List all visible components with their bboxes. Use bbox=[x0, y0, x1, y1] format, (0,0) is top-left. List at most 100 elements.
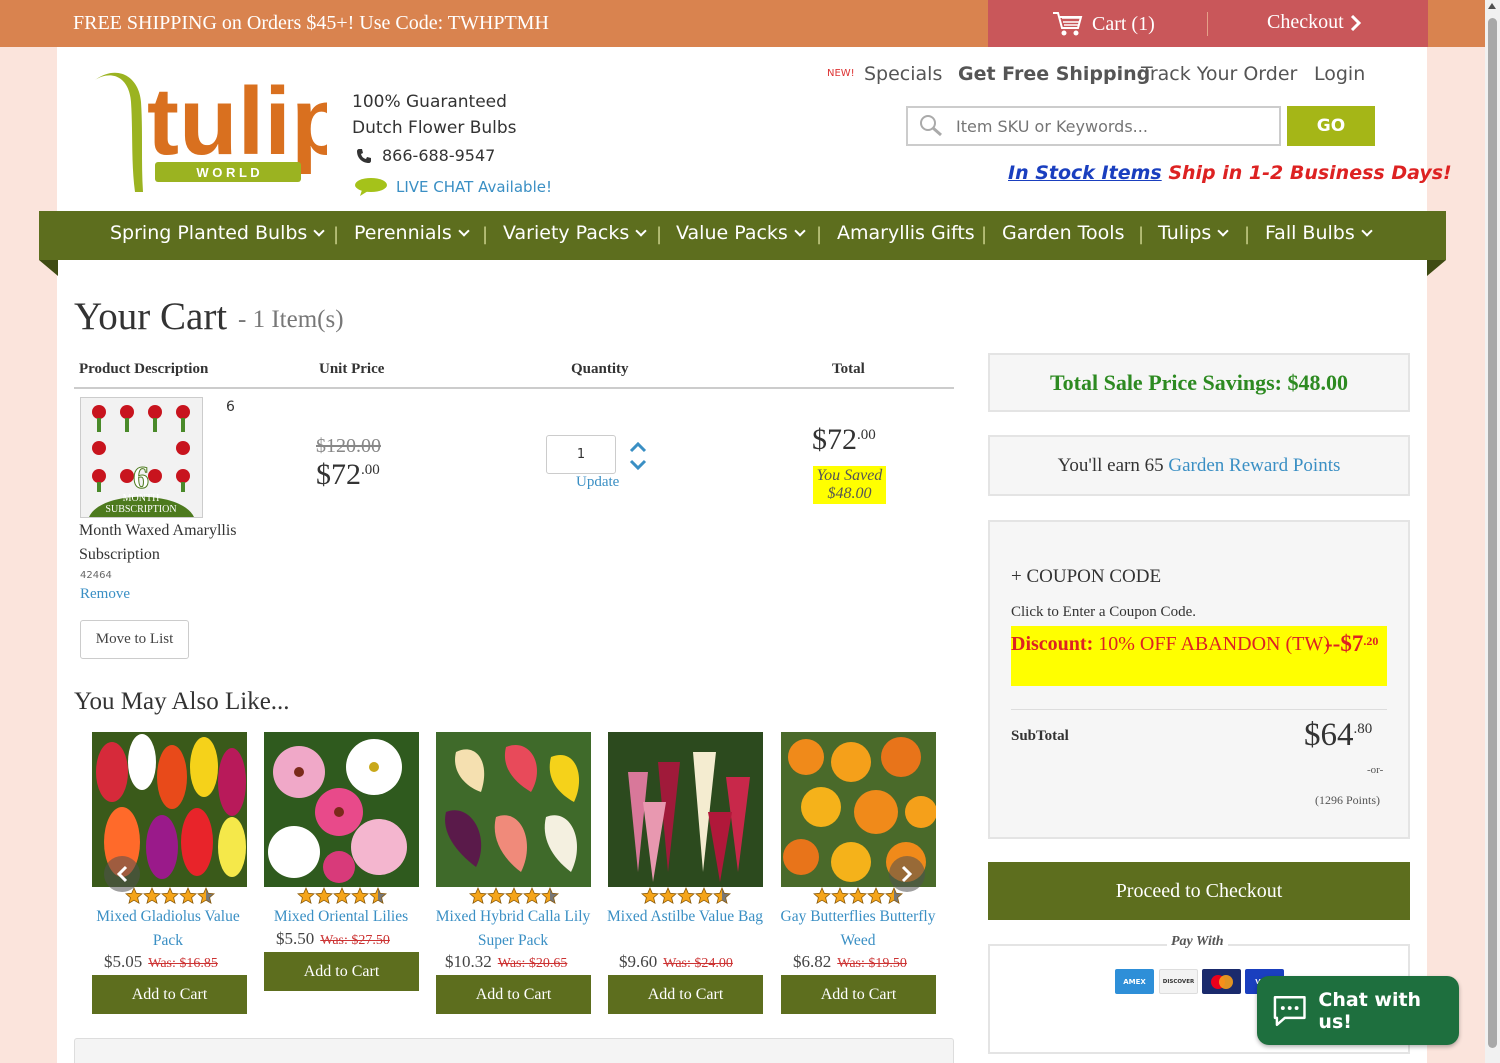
nav-label: Variety Packs bbox=[503, 222, 630, 244]
search-go-button[interactable]: GO bbox=[1287, 106, 1375, 146]
nav-amaryllis-gifts[interactable]: Amaryllis Gifts bbox=[837, 222, 975, 244]
quantity-input[interactable] bbox=[547, 436, 615, 473]
nav-spring-planted-bulbs[interactable]: Spring Planted Bulbs bbox=[110, 222, 326, 244]
reward-points-link[interactable]: Garden Reward Points bbox=[1168, 455, 1340, 476]
product-image[interactable]: 6 MONTH SUBSCRIPTION bbox=[80, 397, 203, 518]
rec-product-name[interactable]: Mixed Hybrid Calla Lily Super Pack bbox=[427, 905, 599, 953]
unit-price-cents: .00 bbox=[361, 462, 380, 478]
total-savings-banner: Total Sale Price Savings: $48.00 bbox=[988, 353, 1410, 412]
chevron-right-icon bbox=[901, 865, 913, 883]
rec-product-name[interactable]: Mixed Oriental Lilies bbox=[255, 905, 427, 929]
rec-sale-price: $5.50 bbox=[276, 929, 315, 948]
rec-product-name[interactable]: Mixed Gladiolus Value Pack bbox=[82, 905, 254, 953]
move-to-list-button[interactable]: Move to List bbox=[80, 620, 189, 659]
divider bbox=[74, 387, 954, 389]
update-link[interactable]: Update bbox=[576, 474, 619, 491]
chevron-left-icon bbox=[116, 865, 128, 883]
star-icon bbox=[641, 887, 659, 905]
subtotal-main: $64 bbox=[1304, 717, 1354, 753]
star-icon bbox=[315, 887, 333, 905]
mastercard-card-icon bbox=[1202, 969, 1241, 994]
quantity-stepper[interactable] bbox=[629, 440, 647, 472]
nav-garden-tools[interactable]: Garden Tools bbox=[1002, 222, 1124, 244]
logo-graphic: tulip W O R L D bbox=[95, 68, 350, 192]
unit-price-main: $72 bbox=[316, 458, 361, 491]
product-image[interactable] bbox=[608, 732, 763, 887]
remove-link[interactable]: Remove bbox=[80, 586, 130, 603]
nav-perennials[interactable]: Perennials bbox=[354, 222, 470, 244]
nav-tulips[interactable]: Tulips bbox=[1158, 222, 1229, 244]
cart-link[interactable]: Cart (1) bbox=[1052, 10, 1155, 38]
you-saved-label: You Saved bbox=[816, 467, 883, 484]
or-separator: -or- bbox=[1367, 764, 1384, 776]
star-icon bbox=[161, 887, 179, 905]
star-icon bbox=[813, 887, 831, 905]
chevron-right-icon bbox=[1350, 14, 1361, 31]
star-icon bbox=[677, 887, 695, 905]
rec-item-oriental-lilies[interactable] bbox=[264, 732, 419, 887]
star-icon bbox=[369, 887, 387, 905]
rec-item-calla-lily[interactable] bbox=[436, 732, 591, 887]
in-stock-text: Ship in 1-2 Business Days! bbox=[1161, 162, 1452, 184]
chat-with-us-button[interactable]: Chat with us! bbox=[1257, 976, 1459, 1045]
discount-amount-cents: .20 bbox=[1363, 634, 1379, 648]
product-image[interactable] bbox=[264, 732, 419, 887]
page-title: Your Cart bbox=[74, 295, 228, 338]
add-to-cart-button[interactable]: Add to Cart bbox=[264, 952, 419, 991]
scrollbar[interactable] bbox=[1485, 0, 1500, 1063]
checkout-link[interactable]: Checkout bbox=[1267, 11, 1362, 34]
free-shipping-link[interactable]: Get Free Shipping bbox=[958, 63, 1150, 85]
stepper-arrows-icon bbox=[629, 441, 647, 471]
rec-sale-price: $10.32 bbox=[445, 952, 492, 971]
scroll-up-arrow-icon[interactable] bbox=[1488, 3, 1496, 9]
star-icon bbox=[505, 887, 523, 905]
phone-icon bbox=[357, 148, 371, 163]
star-icon bbox=[523, 887, 541, 905]
subtotal-points: (1296 Points) bbox=[1315, 793, 1381, 807]
specials-link[interactable]: Specials bbox=[864, 63, 942, 85]
star-icon bbox=[659, 887, 677, 905]
nav-divider: | bbox=[656, 224, 663, 245]
add-to-cart-button[interactable]: Add to Cart bbox=[436, 975, 591, 1014]
col-header-unit-price: Unit Price bbox=[319, 361, 385, 377]
you-saved-amount: $48.00 bbox=[827, 485, 872, 502]
shopping-cart-icon bbox=[1053, 12, 1083, 36]
rec-product-name[interactable]: Mixed Astilbe Value Bag bbox=[599, 905, 771, 929]
product-subscription-months: 6 bbox=[226, 399, 235, 415]
col-header-total: Total bbox=[832, 361, 865, 377]
rec-product-name[interactable]: Gay Butterflies Butterfly Weed bbox=[772, 905, 944, 953]
star-rating bbox=[125, 887, 215, 905]
scrollbar-thumb[interactable] bbox=[1488, 18, 1497, 1048]
col-header-quantity: Quantity bbox=[571, 361, 629, 377]
phone-number[interactable]: 866-688-9547 bbox=[356, 146, 495, 165]
star-icon bbox=[867, 887, 885, 905]
coupon-code-prompt[interactable]: Click to Enter a Coupon Code. bbox=[1011, 604, 1196, 621]
nav-divider: | bbox=[482, 224, 489, 245]
in-stock-link[interactable]: In Stock Items bbox=[1008, 162, 1162, 184]
add-to-cart-button[interactable]: Add to Cart bbox=[92, 975, 247, 1014]
rec-price: $6.82 Was: $19.50 bbox=[793, 952, 907, 972]
discount-amount-main: --$7 bbox=[1325, 631, 1364, 656]
nav-fold bbox=[39, 260, 58, 276]
login-link[interactable]: Login bbox=[1314, 63, 1365, 85]
star-icon bbox=[179, 887, 197, 905]
star-icon bbox=[351, 887, 369, 905]
add-to-cart-button[interactable]: Add to Cart bbox=[608, 975, 763, 1014]
divider bbox=[1207, 12, 1208, 36]
nav-fall-bulbs[interactable]: Fall Bulbs bbox=[1265, 222, 1373, 244]
coupon-code-toggle[interactable]: + COUPON CODE bbox=[1011, 566, 1161, 588]
track-order-link[interactable]: Track Your Order bbox=[1141, 63, 1297, 85]
live-chat-link[interactable]: LIVE CHAT Available! bbox=[354, 177, 552, 197]
rec-price: $10.32 Was: $20.65 bbox=[445, 952, 567, 972]
rec-item-astilbe[interactable] bbox=[608, 732, 763, 887]
nav-variety-packs[interactable]: Variety Packs bbox=[503, 222, 647, 244]
product-image[interactable] bbox=[436, 732, 591, 887]
rec-was-price: Was: $16.85 bbox=[148, 956, 218, 971]
proceed-to-checkout-button[interactable]: Proceed to Checkout bbox=[988, 862, 1410, 920]
tulip-world-logo[interactable]: tulip W O R L D bbox=[91, 62, 350, 198]
search-input[interactable] bbox=[956, 116, 1276, 136]
nav-value-packs[interactable]: Value Packs bbox=[676, 222, 806, 244]
bottom-panel bbox=[74, 1038, 954, 1063]
add-to-cart-button[interactable]: Add to Cart bbox=[781, 975, 936, 1014]
product-name[interactable]: Month Waxed Amaryllis Subscription bbox=[79, 519, 249, 567]
